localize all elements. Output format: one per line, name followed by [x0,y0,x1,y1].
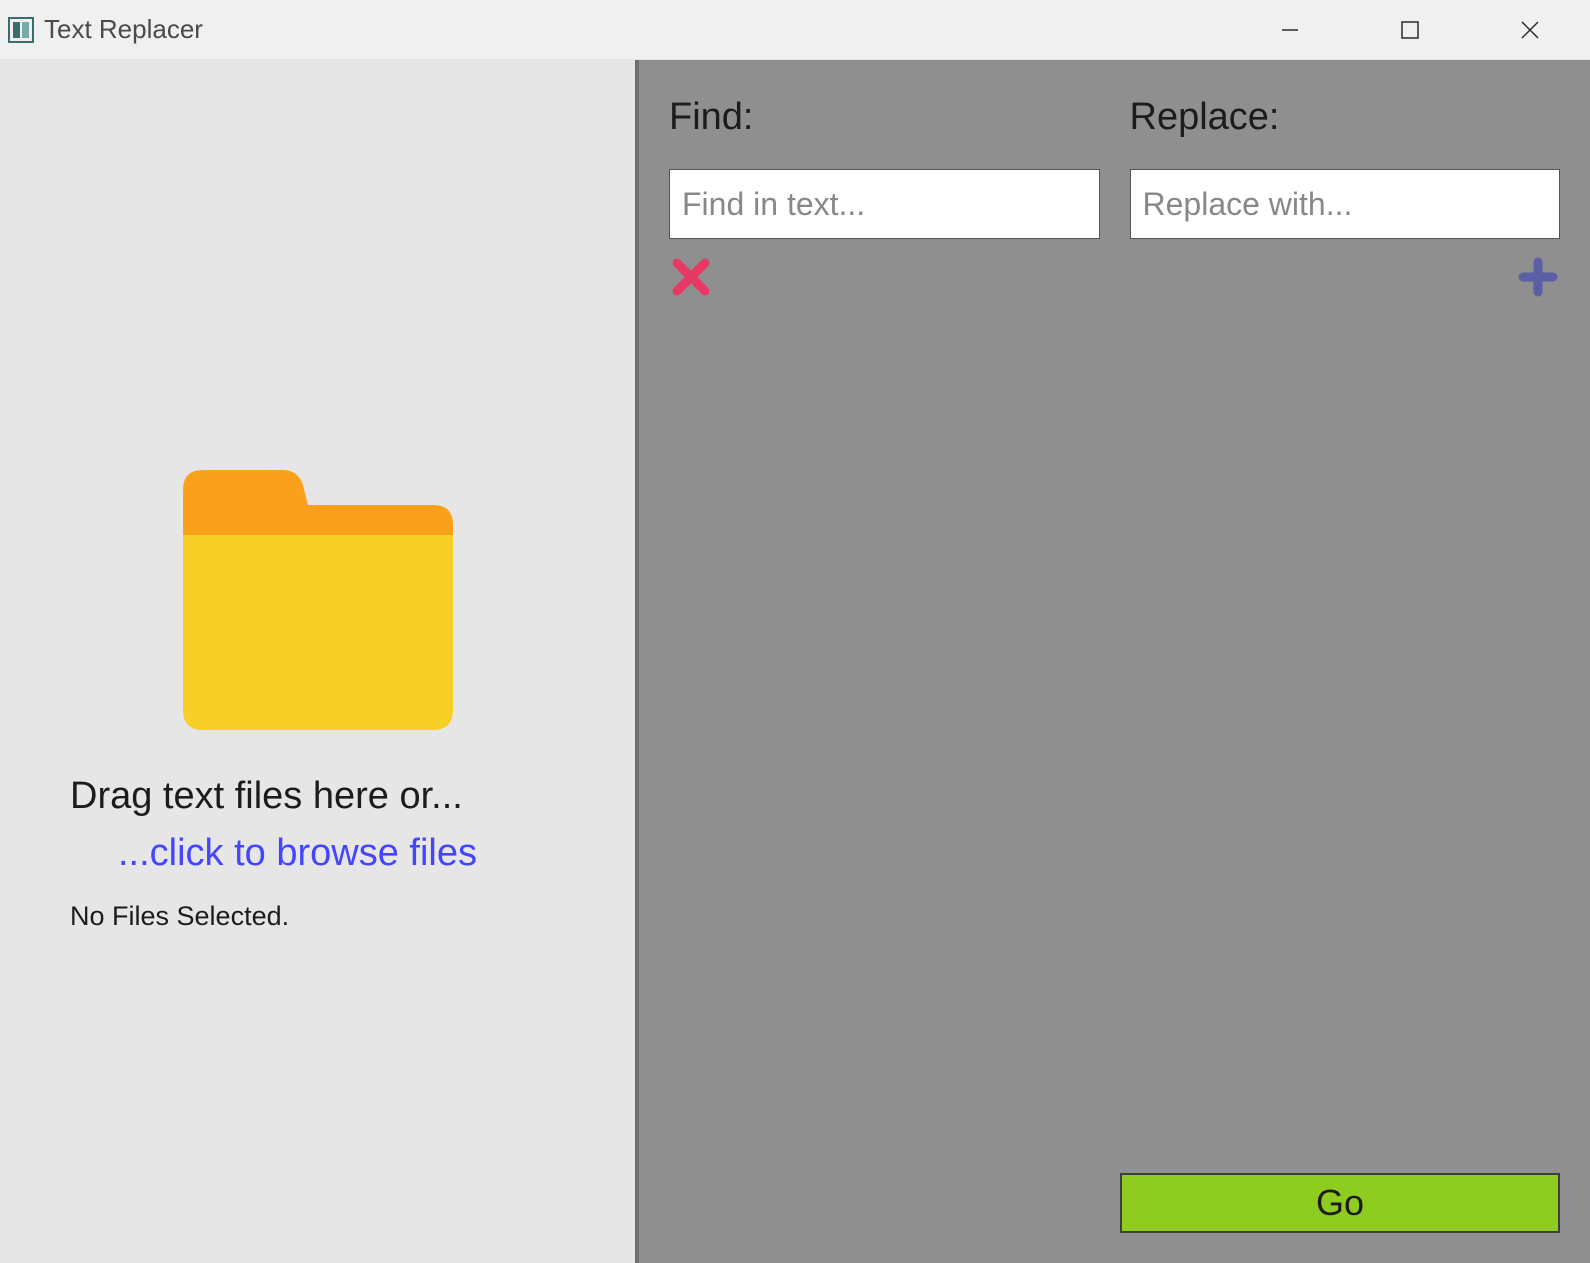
close-window-button[interactable] [1470,0,1590,59]
replace-label: Replace: [1130,96,1561,139]
maximize-icon [1401,21,1419,39]
titlebar: Text Replacer [0,0,1590,60]
go-button[interactable]: Go [1120,1173,1560,1233]
find-replace-row: Find: Replace: [669,96,1560,239]
window-controls [1230,0,1590,59]
find-label: Find: [669,96,1100,139]
minimize-button[interactable] [1230,0,1350,59]
minimize-icon [1280,20,1300,40]
row-controls [669,257,1560,297]
find-column: Find: [669,96,1100,239]
remove-row-button[interactable] [671,257,711,297]
titlebar-left: Text Replacer [8,14,203,45]
add-row-button[interactable] [1518,257,1558,297]
replace-panel: Find: Replace: Go [635,60,1590,1263]
x-icon [671,257,711,297]
folder-icon [173,460,463,735]
window-title: Text Replacer [44,14,203,45]
plus-icon [1518,257,1558,297]
drag-instructions-text: Drag text files here or... [0,775,635,818]
app-icon [8,17,34,43]
files-status-text: No Files Selected. [0,901,635,932]
main-content: Drag text files here or... ...click to b… [0,60,1590,1263]
maximize-button[interactable] [1350,0,1470,59]
replace-column: Replace: [1130,96,1561,239]
file-drop-panel[interactable]: Drag text files here or... ...click to b… [0,60,635,1263]
replace-input[interactable] [1130,169,1561,239]
find-input[interactable] [669,169,1100,239]
browse-files-link[interactable]: ...click to browse files [0,832,635,875]
close-icon [1519,19,1541,41]
